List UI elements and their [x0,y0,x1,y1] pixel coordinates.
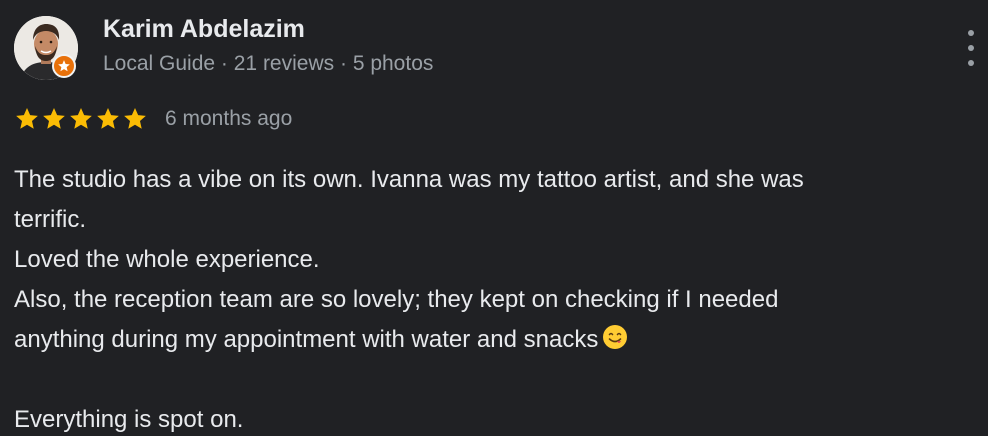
meta-separator: · [215,52,234,75]
local-guide-label: Local Guide [103,52,216,75]
star-icon [95,106,121,132]
more-options-button[interactable] [956,30,986,66]
review-card: Karim Abdelazim Local Guide · 21 reviews… [0,0,988,436]
star-icon [68,106,94,132]
author-meta: Local Guide · 21 reviews · 5 photos [103,52,433,76]
face-savoring-food-emoji [602,324,628,350]
photo-count: 5 photos [352,52,434,75]
review-date: 6 months ago [165,107,293,130]
review-text-line-with-emoji: anything during my appointment with wate… [14,320,974,360]
local-guide-star-icon [58,60,70,72]
author-name[interactable]: Karim Abdelazim [103,15,305,44]
star-rating [14,106,148,132]
meta-separator: · [334,52,353,75]
star-icon [122,106,148,132]
review-text-line: terrific. [14,206,86,233]
star-icon [14,106,40,132]
more-vertical-icon-dot [968,45,974,51]
review-text-fragment: anything during my appointment with wate… [14,326,599,353]
review-text-line: Everything is spot on. [14,406,244,433]
rating-row: 6 months ago [14,104,292,134]
more-vertical-icon-dot [968,60,974,66]
star-icon [41,106,67,132]
more-vertical-icon [968,30,974,36]
review-text-line: Loved the whole experience. [14,246,320,273]
review-text-blank-line [14,360,974,400]
review-text: The studio has a vibe on its own. Ivanna… [14,160,974,436]
review-text-line: Also, the reception team are so lovely; … [14,286,779,313]
review-count: 21 reviews [233,52,335,75]
local-guide-badge [52,54,76,78]
review-text-line: The studio has a vibe on its own. Ivanna… [14,166,804,193]
